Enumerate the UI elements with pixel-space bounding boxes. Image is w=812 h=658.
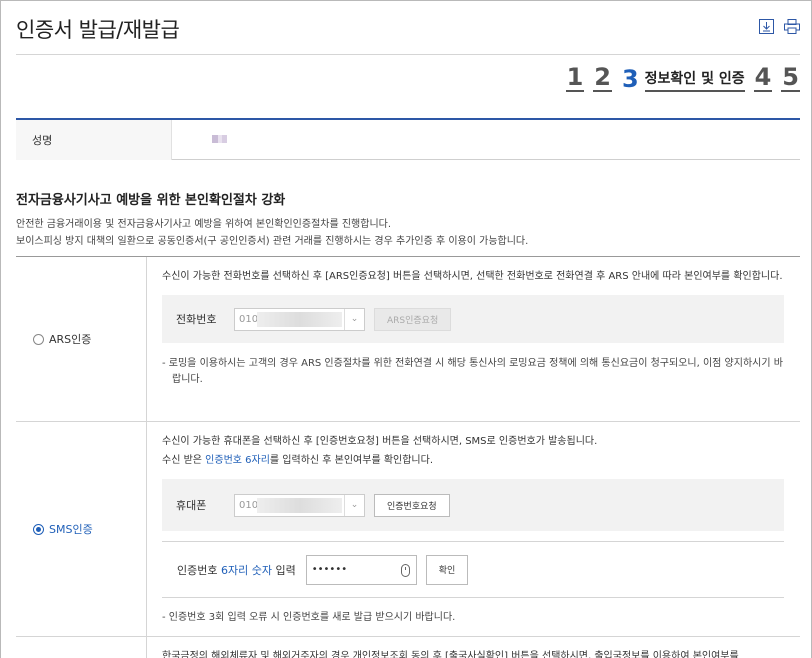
sms-phone-select[interactable]: 010 ⌄ (234, 493, 365, 517)
sms-phone-value: 010 (239, 499, 259, 511)
section-desc-line1: 안전한 금융거래이용 및 전자금융사기사고 예방을 위하여 본인확인인증절차를 … (16, 219, 392, 230)
ars-phone-mask (257, 311, 342, 327)
confirm-button[interactable]: 확인 (425, 554, 469, 585)
sms-phone-mask (257, 497, 342, 513)
code-input[interactable]: •••••• (305, 554, 417, 585)
code-label-highlight: 6자리 숫자 (220, 563, 272, 577)
sms-radio-label[interactable]: SMS인증 (49, 521, 93, 537)
code-input-value: •••••• (311, 564, 348, 575)
sms-note: - 인증번호 3회 입력 오류 시 인증번호를 새로 발급 받으시기 바랍니다. (162, 612, 456, 623)
sms-phone-box: 휴대폰 010 ⌄ 인증번호요청 (162, 479, 784, 531)
sms-instructions-1: 수신이 가능한 휴대폰을 선택하신 후 [인증번호요청] 버튼을 선택하시면, … (162, 436, 598, 447)
next-option-selector (16, 637, 147, 658)
ars-request-button[interactable]: ARS인증요청 (374, 307, 452, 331)
ars-phone-label: 전화번호 (176, 313, 217, 326)
next-option-content: 한국금정의 해외체류자 및 해외거주자의 경우 개인정보조회 동의 후 [출국사… (147, 637, 800, 658)
step-indicator: 1 2 3 정보확인 및 인증 4 5 (565, 63, 800, 93)
sms-option-content: 수신이 가능한 휴대폰을 선택하신 후 [인증번호요청] 버튼을 선택하시면, … (147, 422, 800, 635)
toolbar (758, 18, 800, 34)
title-divider (16, 54, 800, 55)
sms-request-button[interactable]: 인증번호요청 (374, 493, 450, 517)
auth-options-table: ARS인증 수신이 가능한 전화번호를 선택하신 후 [ARS인증요청] 버튼을… (16, 256, 800, 658)
code-label-suffix: 입력 (271, 563, 296, 577)
ars-instructions: 수신이 가능한 전화번호를 선택하신 후 [ARS인증요청] 버튼을 선택하시면… (162, 271, 783, 282)
name-info-row: 성명 (16, 118, 800, 160)
sms-option-selector[interactable]: SMS인증 (16, 422, 147, 636)
step-4: 4 (753, 63, 773, 92)
chevron-down-icon: ⌄ (344, 308, 364, 330)
code-label-prefix: 인증번호 (177, 563, 221, 577)
name-label: 성명 (16, 120, 172, 160)
section-desc-line2: 보이스피싱 방지 대책의 일환으로 공동인증서(구 공인인증서) 관련 거래를 … (16, 236, 529, 247)
virtual-keyboard-icon[interactable] (400, 563, 410, 577)
current-step-label: 정보확인 및 인증 (644, 68, 745, 92)
step-1: 1 (565, 63, 585, 92)
sms-phone-label: 휴대폰 (176, 499, 207, 512)
next-option-row: 한국금정의 해외체류자 및 해외거주자의 경우 개인정보조회 동의 후 [출국사… (16, 637, 800, 658)
ars-phone-select[interactable]: 010 ⌄ (234, 307, 365, 331)
ars-radio[interactable] (33, 333, 44, 345)
sms-option-row: SMS인증 수신이 가능한 휴대폰을 선택하신 후 [인증번호요청] 버튼을 선… (16, 422, 800, 637)
step-2: 2 (593, 63, 612, 92)
next-option-instructions: 한국금정의 해외체류자 및 해외거주자의 경우 개인정보조회 동의 후 [출국사… (162, 651, 739, 658)
sms-instr-prefix: 수신 받은 (162, 455, 206, 466)
ars-radio-label[interactable]: ARS인증 (49, 331, 91, 347)
ars-option-row: ARS인증 수신이 가능한 전화번호를 선택하신 후 [ARS인증요청] 버튼을… (16, 257, 800, 422)
ars-phone-value: 010 (239, 313, 259, 325)
ars-phone-box: 전화번호 010 ⌄ ARS인증요청 (162, 295, 784, 343)
sms-instr-suffix: 를 입력하신 후 본인여부를 확인합니다. (269, 455, 434, 466)
section-title: 전자금융사기사고 예방을 위한 본인확인절차 강화 (16, 193, 286, 208)
sms-radio[interactable] (33, 523, 44, 535)
download-icon[interactable] (758, 18, 774, 34)
code-input-label: 인증번호 6자리 숫자 입력 (177, 562, 296, 578)
sms-instructions-2: 수신 받은 인증번호 6자리를 입력하신 후 본인여부를 확인합니다. (162, 451, 784, 470)
chevron-down-icon: ⌄ (344, 494, 364, 516)
step-5: 5 (781, 63, 800, 92)
sms-verify-row: 인증번호 6자리 숫자 입력 •••••• 확인 (162, 541, 784, 598)
sms-instr-highlight: 인증번호 6자리 (205, 455, 270, 466)
name-value-masked (212, 131, 236, 143)
step-3-current: 3 (621, 65, 639, 93)
ars-option-content: 수신이 가능한 전화번호를 선택하신 후 [ARS인증요청] 버튼을 선택하시면… (147, 257, 800, 400)
page-title: 인증서 발급/재발급 (16, 18, 180, 42)
ars-note: - 로밍을 이용하시는 고객의 경우 ARS 인증절차를 위한 전화연결 시 해… (162, 358, 783, 385)
printer-icon[interactable] (784, 18, 800, 34)
ars-option-selector[interactable]: ARS인증 (16, 257, 147, 421)
section-description: 안전한 금융거래이용 및 전자금융사기사고 예방을 위하여 본인확인인증절차를 … (16, 216, 528, 250)
